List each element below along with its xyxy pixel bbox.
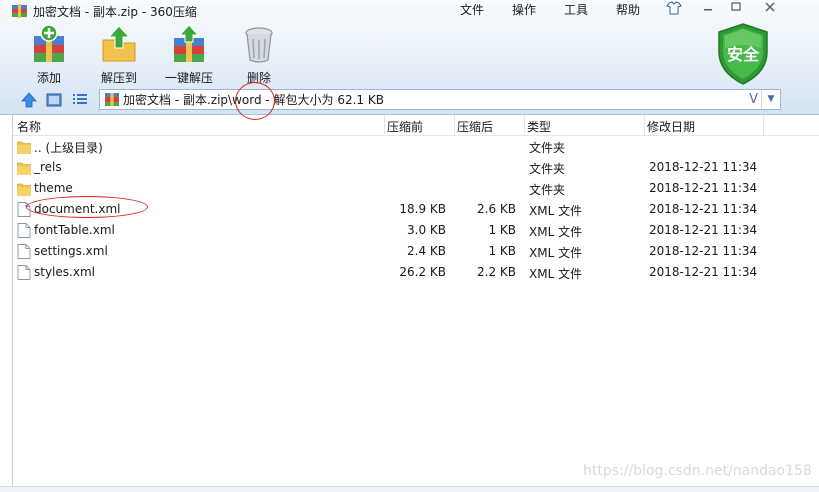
security-shield-badge[interactable]: 安全 bbox=[715, 22, 771, 86]
table-row[interactable]: .. (上级目录) 文件夹 bbox=[13, 136, 819, 157]
zip-file-icon bbox=[105, 93, 119, 106]
archive-app-icon bbox=[12, 4, 27, 18]
delete-button[interactable]: 删除 bbox=[227, 24, 291, 86]
file-type: XML 文件 bbox=[529, 246, 583, 260]
window-title-text: 加密文档 - 副本.zip - 360压缩 bbox=[33, 4, 197, 19]
file-original-size: 2.4 KB bbox=[407, 244, 446, 258]
skin-icon[interactable] bbox=[664, 1, 684, 17]
column-modified-date[interactable]: 修改日期 bbox=[647, 118, 695, 135]
trash-icon bbox=[239, 24, 279, 64]
extract-to-button[interactable]: 解压到 bbox=[87, 24, 151, 86]
extract-to-icon bbox=[99, 24, 139, 64]
file-modified-date: 2018-12-21 11:34 bbox=[649, 265, 758, 279]
window-title: 加密文档 - 副本.zip - 360压缩 bbox=[12, 2, 197, 20]
file-name: styles.xml bbox=[34, 265, 95, 279]
file-name: _rels bbox=[34, 160, 62, 174]
column-separator[interactable] bbox=[454, 115, 455, 135]
file-modified-date: 2018-12-21 11:34 bbox=[649, 202, 758, 216]
add-button[interactable]: 添加 bbox=[17, 24, 81, 86]
column-separator[interactable] bbox=[524, 115, 525, 135]
file-type: XML 文件 bbox=[529, 225, 583, 239]
menu-tools[interactable]: 工具 bbox=[564, 1, 588, 18]
folder-icon bbox=[16, 160, 32, 176]
file-type: XML 文件 bbox=[529, 204, 583, 218]
file-name: fontTable.xml bbox=[34, 223, 115, 237]
file-icon bbox=[17, 244, 31, 259]
file-packed-size: 2.2 KB bbox=[477, 265, 516, 279]
file-name: settings.xml bbox=[34, 244, 108, 258]
column-packed-size[interactable]: 压缩后 bbox=[457, 118, 493, 135]
table-row[interactable]: _rels 文件夹 2018-12-21 11:34 bbox=[13, 157, 819, 178]
file-modified-date: 2018-12-21 11:34 bbox=[649, 181, 758, 195]
extract-to-label: 解压到 bbox=[100, 71, 137, 85]
security-badge-text: 安全 bbox=[726, 45, 759, 64]
table-row[interactable]: theme 文件夹 2018-12-21 11:34 bbox=[13, 178, 819, 199]
file-packed-size: 1 KB bbox=[488, 244, 516, 258]
minimize-icon[interactable] bbox=[698, 1, 718, 17]
one-click-extract-button[interactable]: 一键解压 bbox=[157, 24, 221, 86]
file-original-size: 26.2 KB bbox=[399, 265, 446, 279]
folder-icon bbox=[16, 139, 32, 155]
file-packed-size: 2.6 KB bbox=[477, 202, 516, 216]
file-name: theme bbox=[34, 181, 73, 195]
file-type: XML 文件 bbox=[529, 267, 583, 281]
close-icon[interactable] bbox=[760, 1, 780, 17]
annotation-circle-word bbox=[235, 82, 275, 120]
file-list-header: 名称 压缩前 压缩后 类型 修改日期 bbox=[13, 115, 819, 136]
file-name: .. (上级目录) bbox=[34, 141, 103, 155]
chevron-down-icon[interactable]: ▼ bbox=[761, 90, 780, 109]
watermark: https://blog.csdn.net/nandao158 bbox=[583, 463, 812, 479]
table-row[interactable]: settings.xml 2.4 KB 1 KB XML 文件 2018-12-21 1… bbox=[13, 241, 819, 262]
table-row[interactable]: fontTable.xml 3.0 KB 1 KB XML 文件 2018-12-21 … bbox=[13, 220, 819, 241]
status-bar bbox=[0, 486, 819, 492]
file-type: 文件夹 bbox=[529, 162, 566, 176]
file-icon bbox=[17, 265, 31, 280]
column-separator[interactable] bbox=[384, 115, 385, 135]
list-view-icon[interactable] bbox=[72, 92, 88, 111]
add-label: 添加 bbox=[36, 71, 61, 85]
menu-help[interactable]: 帮助 bbox=[616, 1, 640, 18]
file-modified-date: 2018-12-21 11:34 bbox=[649, 223, 758, 237]
address-bar[interactable]: 加密文档 - 副本.zip\word - 解包大小为 62.1 KB V ▼ bbox=[99, 89, 781, 110]
menu-file[interactable]: 文件 bbox=[460, 1, 484, 18]
file-modified-date: 2018-12-21 11:34 bbox=[649, 244, 758, 258]
table-row[interactable]: styles.xml 26.2 KB 2.2 KB XML 文件 2018-12-21 … bbox=[13, 262, 819, 283]
file-icon bbox=[17, 223, 31, 238]
file-modified-date: 2018-12-21 11:34 bbox=[649, 160, 758, 174]
address-history-icon[interactable]: V bbox=[749, 90, 758, 109]
file-type: 文件夹 bbox=[529, 141, 566, 155]
folder-icon bbox=[16, 181, 32, 197]
annotation-circle-document bbox=[26, 196, 148, 218]
navigation-bar: 加密文档 - 副本.zip\word - 解包大小为 62.1 KB V ▼ bbox=[0, 88, 819, 114]
thumbnail-view-icon[interactable] bbox=[46, 92, 62, 111]
column-separator[interactable] bbox=[644, 115, 645, 135]
file-packed-size: 1 KB bbox=[488, 223, 516, 237]
column-name[interactable]: 名称 bbox=[17, 118, 41, 135]
one-click-extract-icon bbox=[169, 24, 209, 64]
file-original-size: 18.9 KB bbox=[399, 202, 446, 216]
one-click-extract-label: 一键解压 bbox=[164, 71, 213, 85]
column-separator[interactable] bbox=[763, 115, 764, 135]
column-original-size[interactable]: 压缩前 bbox=[387, 118, 423, 135]
column-type[interactable]: 类型 bbox=[527, 118, 551, 135]
file-original-size: 3.0 KB bbox=[407, 223, 446, 237]
maximize-icon[interactable] bbox=[726, 1, 746, 17]
file-list: 名称 压缩前 压缩后 类型 修改日期 .. (上级目录) 文件夹 _rels 文件夹 2… bbox=[12, 115, 819, 491]
toolbar-area: 加密文档 - 副本.zip - 360压缩 文件 操作 工具 帮助 添加 解压到… bbox=[0, 0, 819, 115]
up-arrow-icon[interactable] bbox=[21, 92, 37, 111]
file-type: 文件夹 bbox=[529, 183, 566, 197]
menu-operation[interactable]: 操作 bbox=[512, 1, 536, 18]
add-archive-icon bbox=[29, 24, 69, 64]
